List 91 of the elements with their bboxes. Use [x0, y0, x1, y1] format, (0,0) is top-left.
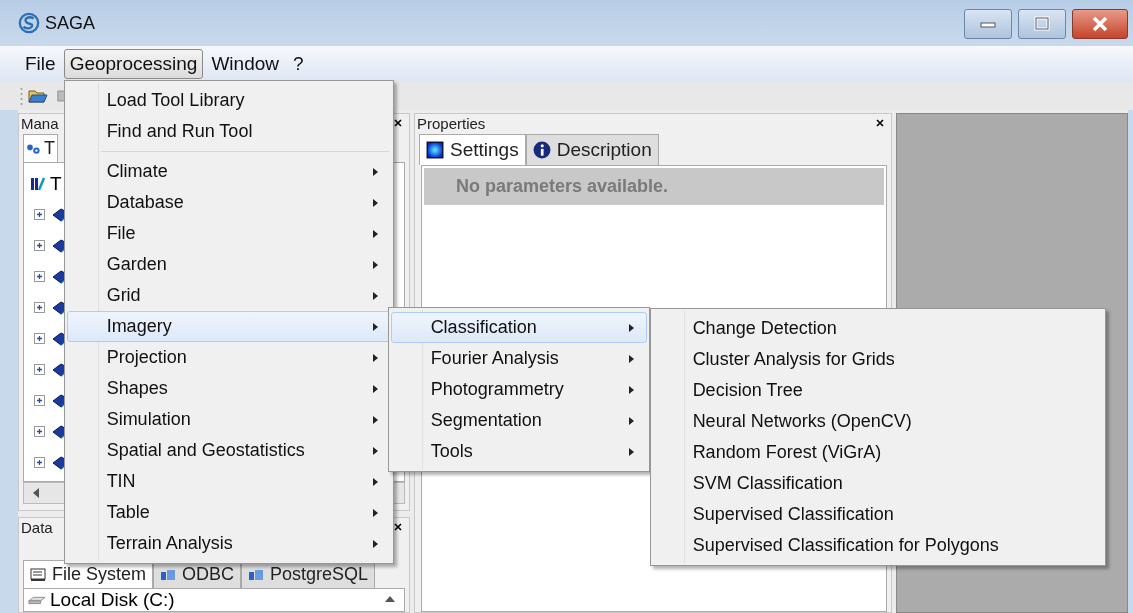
submenu-arrow-icon	[372, 353, 378, 362]
menu-item[interactable]: Change Detection	[652, 313, 1103, 344]
window-title: SAGA	[45, 12, 96, 34]
menu-item[interactable]: Imagery	[66, 311, 391, 342]
drive-icon	[28, 594, 46, 606]
submenu-arrow-icon	[372, 508, 378, 517]
scroll-left-arrow-icon[interactable]	[32, 488, 40, 498]
menu-bar-item[interactable]: Window	[205, 49, 285, 79]
maximize-icon	[1032, 16, 1052, 32]
expand-icon[interactable]	[34, 209, 45, 220]
tab-label: T	[44, 138, 55, 159]
close-icon[interactable]	[393, 118, 403, 128]
expand-icon[interactable]	[34, 395, 45, 406]
menu-bar-item[interactable]: ?	[287, 49, 310, 79]
close-icon[interactable]	[393, 522, 403, 532]
submenu-arrow-icon	[628, 323, 634, 332]
submenu-arrow-icon	[372, 167, 378, 176]
status-message: No parameters available.	[424, 168, 884, 205]
expand-icon[interactable]	[34, 240, 45, 251]
close-button[interactable]	[1072, 9, 1128, 39]
tree-item[interactable]: T	[50, 173, 62, 195]
close-icon	[1090, 16, 1110, 32]
menu-item[interactable]: Shapes	[66, 373, 391, 404]
expand-icon[interactable]	[34, 302, 45, 313]
close-icon[interactable]	[875, 118, 885, 128]
submenu-arrow-icon	[372, 291, 378, 300]
submenu-arrow-icon	[372, 446, 378, 455]
app-logo-icon	[18, 12, 40, 34]
menu-item[interactable]: Table	[66, 497, 391, 528]
panel-title: Mana	[21, 114, 59, 132]
toolbar-grip-icon	[20, 86, 23, 106]
menu-item[interactable]: Simulation	[66, 404, 391, 435]
expand-icon[interactable]	[34, 271, 45, 282]
menu-item[interactable]: Tools	[390, 436, 647, 467]
menu-item[interactable]: Terrain Analysis	[66, 528, 391, 559]
submenu-arrow-icon	[372, 539, 378, 548]
submenu-arrow-icon	[372, 384, 378, 393]
menu-item[interactable]: Decision Tree	[652, 375, 1103, 406]
submenu-arrow-icon	[372, 198, 378, 207]
menu-item[interactable]: Grid	[66, 280, 391, 311]
menu-bar-item[interactable]: File	[19, 49, 62, 79]
panel-tab[interactable]: T	[23, 134, 58, 162]
submenu-arrow-icon	[628, 416, 634, 425]
menu-item[interactable]: Random Forest (ViGrA)	[652, 437, 1103, 468]
menu-item[interactable]: Fourier Analysis	[390, 343, 647, 374]
menu-item[interactable]: Supervised Classification for Polygons	[652, 530, 1103, 561]
expand-icon[interactable]	[34, 457, 45, 468]
panel-tab[interactable]: Description	[525, 134, 659, 165]
panel-title: Properties	[417, 114, 486, 132]
menu-item[interactable]: Garden	[66, 249, 391, 280]
minimize-button[interactable]	[964, 9, 1012, 39]
expand-icon[interactable]	[34, 333, 45, 344]
info-icon	[532, 141, 551, 159]
menu-item[interactable]: Database	[66, 187, 391, 218]
submenu-arrow-icon	[372, 415, 378, 424]
submenu-arrow-icon	[372, 477, 378, 486]
menu-bar-item[interactable]: Geoprocessing	[63, 49, 204, 79]
scroll-up-arrow-icon[interactable]	[385, 595, 395, 603]
menu-item[interactable]: Supervised Classification	[652, 499, 1103, 530]
menu-item[interactable]: Segmentation	[390, 405, 647, 436]
database-icon	[160, 567, 177, 582]
settings-icon	[426, 141, 444, 159]
maximize-button[interactable]	[1018, 9, 1066, 39]
database-icon	[248, 567, 265, 582]
menu-item[interactable]: Cluster Analysis for Grids	[652, 344, 1103, 375]
submenu-arrow-icon	[372, 229, 378, 238]
expand-icon[interactable]	[34, 364, 45, 375]
menu-item[interactable]: TIN	[66, 466, 391, 497]
menu-item[interactable]: Classification	[390, 312, 647, 343]
submenu-arrow-icon	[628, 385, 634, 394]
submenu-arrow-icon	[372, 322, 378, 331]
list-item[interactable]: Local Disk (C:)	[50, 589, 175, 611]
submenu-arrow-icon	[628, 354, 634, 363]
menu-item[interactable]: Load Tool Library	[66, 85, 391, 116]
submenu-arrow-icon	[628, 447, 634, 456]
folder-icon[interactable]	[28, 88, 48, 104]
panel-tab[interactable]: Settings	[419, 134, 526, 165]
menu-item[interactable]: Find and Run Tool	[66, 116, 391, 147]
expand-icon[interactable]	[34, 426, 45, 437]
menu-item[interactable]: Projection	[66, 342, 391, 373]
menu-item[interactable]: Neural Networks (OpenCV)	[652, 406, 1103, 437]
submenu-arrow-icon	[372, 260, 378, 269]
menu-item[interactable]: Spatial and Geostatistics	[66, 435, 391, 466]
menu-item[interactable]: Climate	[66, 156, 391, 187]
panel-tab[interactable]: File System	[23, 560, 154, 588]
menu-item[interactable]: Photogrammetry	[390, 374, 647, 405]
panel-title: Data	[21, 518, 53, 536]
menu-item[interactable]: File	[66, 218, 391, 249]
library-icon	[30, 177, 46, 191]
menu-item[interactable]: SVM Classification	[652, 468, 1103, 499]
monitor-icon	[30, 567, 46, 582]
